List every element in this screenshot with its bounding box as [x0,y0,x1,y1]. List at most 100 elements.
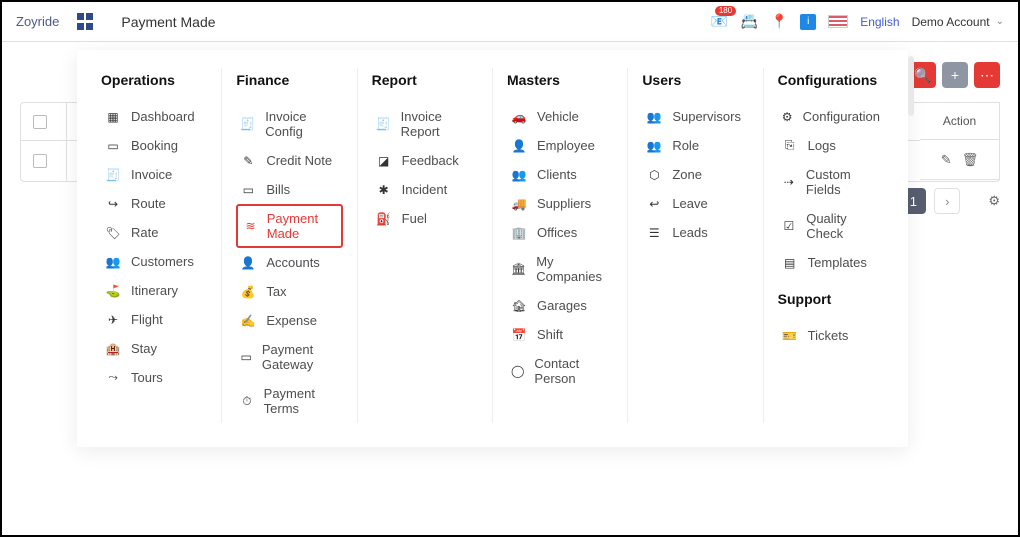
menu-item-accounts[interactable]: 👤Accounts [236,248,342,277]
menu-item-contact-person[interactable]: ◯Contact Person [507,349,613,393]
menu-item-flight[interactable]: ✈Flight [101,305,207,334]
menu-item-quality-check[interactable]: ☑Quality Check [778,204,884,248]
stay-icon: 🏨 [105,342,121,356]
action-column-header: Action [920,102,1000,140]
menu-col-masters: Masters 🚗Vehicle 👤Employee 👥Clients 🚚Sup… [493,68,628,423]
menu-heading-support: Support [778,291,884,307]
menu-heading-report: Report [372,72,478,88]
menu-item-templates[interactable]: ▤Templates [778,248,884,277]
dashboard-icon: ▦ [105,110,121,124]
incident-icon: ✱ [376,183,392,197]
menu-item-leave[interactable]: ↩Leave [642,189,748,218]
info-icon[interactable]: i [800,14,816,30]
menu-item-customers[interactable]: 👥Customers [101,247,207,276]
contact-icon: ◯ [511,364,524,378]
page-next[interactable]: › [934,188,960,214]
menu-item-supervisors[interactable]: 👥Supervisors [642,102,748,131]
chevron-down-icon: ⌄ [996,16,1004,27]
payment-made-icon: ≋ [244,219,256,233]
role-icon: 👥 [646,139,662,153]
menu-item-invoice-config[interactable]: 🧾Invoice Config [236,102,342,146]
flag-icon[interactable] [828,15,848,28]
invoice-icon: 🧾 [105,168,121,182]
companies-icon: 🏛 [511,262,526,276]
action-cell: ✎ 🗑 [920,140,1000,180]
credit-note-icon: ✎ [240,154,256,168]
add-button[interactable]: + [942,62,968,88]
fuel-icon: ⛽ [376,212,392,226]
menu-item-role[interactable]: 👥Role [642,131,748,160]
edit-icon[interactable]: ✎ [941,152,952,168]
config-icon: ⚙ [782,110,793,124]
bills-icon: ▭ [240,183,256,197]
select-all-checkbox[interactable] [33,115,47,129]
menu-item-incident[interactable]: ✱Incident [372,175,478,204]
menu-item-route[interactable]: ↪Route [101,189,207,218]
menu-item-fuel[interactable]: ⛽Fuel [372,204,478,233]
menu-item-tours[interactable]: ⤳Tours [101,363,207,392]
notification-badge: 180 [715,6,736,16]
menu-item-payment-made[interactable]: ≋Payment Made [236,204,342,248]
menu-item-vehicle[interactable]: 🚗Vehicle [507,102,613,131]
menu-item-bills[interactable]: ▭Bills [236,175,342,204]
menu-col-finance: Finance 🧾Invoice Config ✎Credit Note ▭Bi… [222,68,357,423]
menu-item-logs[interactable]: ⎘Logs [778,131,884,160]
menu-item-payment-gateway[interactable]: ▭Payment Gateway [236,335,342,379]
menu-item-tickets[interactable]: 🎫Tickets [778,321,884,350]
customers-icon: 👥 [105,255,121,269]
menu-heading-users: Users [642,72,748,88]
menu-item-feedback[interactable]: ◪Feedback [372,146,478,175]
accounts-icon: 👤 [240,256,256,270]
more-button[interactable]: ⋯ [974,62,1000,88]
menu-item-shift[interactable]: 📅Shift [507,320,613,349]
menu-item-employee[interactable]: 👤Employee [507,131,613,160]
quality-icon: ☑ [782,219,797,233]
suppliers-icon: 🚚 [511,197,527,211]
language-selector[interactable]: English [860,15,899,29]
account-label: Demo Account [912,15,990,29]
leave-icon: ↩ [646,197,662,211]
menu-item-credit-note[interactable]: ✎Credit Note [236,146,342,175]
terms-icon: ⏱ [240,394,253,409]
menu-item-suppliers[interactable]: 🚚Suppliers [507,189,613,218]
menu-col-operations: Operations ▦Dashboard ▭Booking 🧾Invoice … [87,68,222,423]
zone-icon: ⬡ [646,168,662,182]
menu-item-tax[interactable]: 💰Tax [236,277,342,306]
menu-item-dashboard[interactable]: ▦Dashboard [101,102,207,131]
mail-icon[interactable]: 📧180 [710,13,728,31]
feedback-icon: ◪ [376,154,392,168]
apps-icon[interactable] [77,13,95,31]
menu-item-invoice-report[interactable]: 🧾Invoice Report [372,102,478,146]
tickets-icon: 🎫 [782,329,798,343]
menu-item-invoice[interactable]: 🧾Invoice [101,160,207,189]
calendar-icon[interactable]: 📇 [740,13,758,31]
menu-item-booking[interactable]: ▭Booking [101,131,207,160]
menu-item-garages[interactable]: 🏚Garages [507,291,613,320]
menu-item-itinerary[interactable]: ⛳Itinerary [101,276,207,305]
account-menu[interactable]: Demo Account ⌄ [912,15,1004,29]
menu-item-stay[interactable]: 🏨Stay [101,334,207,363]
brand[interactable]: Zoyride [16,14,59,29]
map-pin-icon[interactable]: 📍 [770,13,788,31]
menu-item-expense[interactable]: ✍Expense [236,306,342,335]
leads-icon: ☰ [646,226,662,240]
vehicle-icon: 🚗 [511,110,527,124]
row-checkbox[interactable] [33,154,47,168]
menu-item-rate[interactable]: 🏷Rate [101,218,207,247]
menu-item-payment-terms[interactable]: ⏱Payment Terms [236,379,342,423]
page-title: Payment Made [121,14,215,30]
rate-icon: 🏷 [105,226,121,240]
settings-icon[interactable]: ⚙ [988,193,1000,209]
flight-icon: ✈ [105,313,121,327]
menu-item-offices[interactable]: 🏢Offices [507,218,613,247]
menu-item-configuration[interactable]: ⚙Configuration [778,102,884,131]
delete-icon[interactable]: 🗑 [962,152,979,168]
menu-col-users: Users 👥Supervisors 👥Role ⬡Zone ↩Leave ☰L… [628,68,763,423]
route-icon: ↪ [105,197,121,211]
templates-icon: ▤ [782,256,798,270]
menu-item-zone[interactable]: ⬡Zone [642,160,748,189]
menu-item-clients[interactable]: 👥Clients [507,160,613,189]
menu-item-leads[interactable]: ☰Leads [642,218,748,247]
menu-item-custom-fields[interactable]: ⇢Custom Fields [778,160,884,204]
menu-item-my-companies[interactable]: 🏛My Companies [507,247,613,291]
